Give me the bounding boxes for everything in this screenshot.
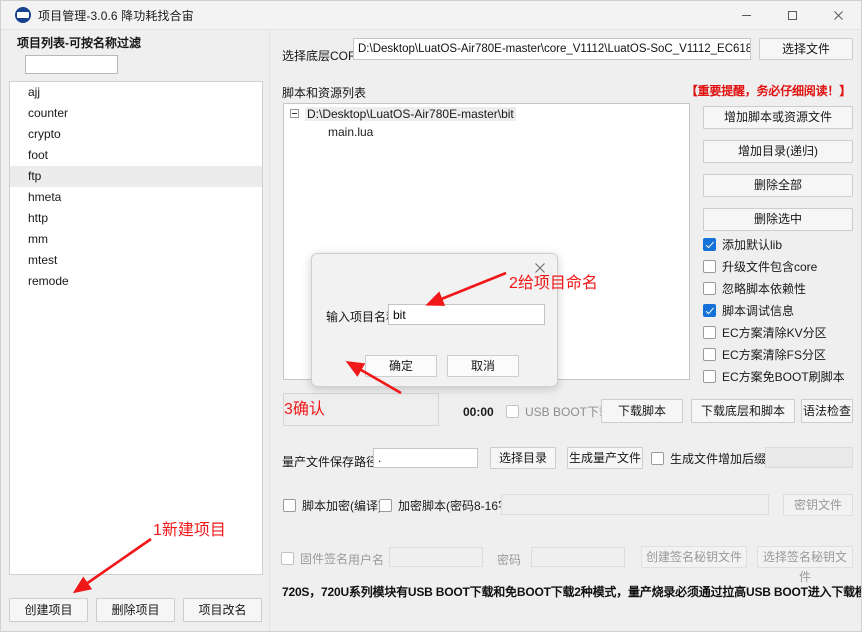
- annotation-step-3: 3确认: [284, 401, 325, 418]
- checkbox-firmware-signature[interactable]: 固件签名: [281, 550, 348, 567]
- project-name-input[interactable]: [388, 304, 545, 325]
- checkbox-icon[interactable]: [703, 347, 716, 361]
- close-icon[interactable]: [815, 1, 861, 30]
- footer-note-text: 720S，720U系列模块有USB BOOT下载和免BOOT下载2种模式，量产烧…: [282, 585, 862, 599]
- delete-selected-button[interactable]: 删除选中: [703, 208, 853, 231]
- checkbox-label: 生成文件增加后缀: [670, 452, 767, 466]
- checkbox-usb-boot-download[interactable]: USB BOOT下载: [506, 403, 611, 420]
- checkbox-label: 固件签名: [300, 552, 349, 566]
- tree-root-label: D:\Desktop\LuatOS-Air780E-master\bit: [305, 106, 516, 121]
- project-list-header: 项目列表-可按名称过滤: [17, 36, 141, 50]
- checkbox-label: 脚本加密(编译): [302, 499, 382, 513]
- checkbox-label: 升级文件包含core: [722, 259, 818, 274]
- checkbox-icon[interactable]: [703, 281, 716, 295]
- checkbox-ec-clear-kv[interactable]: EC方案清除KV分区: [703, 321, 858, 343]
- delete-all-button[interactable]: 删除全部: [703, 174, 853, 197]
- signature-username-input[interactable]: [389, 547, 483, 567]
- list-item[interactable]: hmeta: [10, 187, 262, 208]
- list-item[interactable]: http: [10, 208, 262, 229]
- checkbox-add-suffix[interactable]: 生成文件增加后缀: [651, 450, 766, 467]
- download-script-button[interactable]: 下载脚本: [601, 399, 683, 423]
- list-item[interactable]: remode: [10, 271, 262, 292]
- core-path-input[interactable]: D:\Desktop\LuatOS-Air780E-master\core_V1…: [353, 38, 751, 60]
- syntax-check-button[interactable]: 语法检查: [801, 399, 853, 423]
- project-filter-input[interactable]: [25, 55, 118, 74]
- title-bar: 项目管理-3.0.6 降功耗找合宙: [1, 1, 861, 30]
- add-script-or-resource-button[interactable]: 增加脚本或资源文件: [703, 106, 853, 129]
- project-list[interactable]: ajj counter crypto foot ftp hmeta http m…: [9, 81, 263, 575]
- minimize-icon[interactable]: [723, 1, 769, 30]
- checkbox-ec-clear-fs[interactable]: EC方案清除FS分区: [703, 343, 858, 365]
- elapsed-timer: 00:00: [463, 405, 494, 419]
- list-item[interactable]: crypto: [10, 124, 262, 145]
- project-action-buttons: 创建项目 删除项目 项目改名: [9, 598, 263, 622]
- checkbox-script-debug-info[interactable]: 脚本调试信息: [703, 299, 858, 321]
- annotation-step-2: 2给项目命名: [509, 275, 598, 292]
- app-logo-icon: [15, 7, 31, 23]
- checkbox-add-default-lib[interactable]: 添加默认lib: [703, 233, 858, 255]
- key-file-button[interactable]: 密钥文件: [783, 494, 853, 516]
- maximize-icon[interactable]: [769, 1, 815, 30]
- create-signature-key-button[interactable]: 创建签名秘钥文件: [641, 546, 747, 568]
- list-item[interactable]: mtest: [10, 250, 262, 271]
- suffix-value-input[interactable]: [765, 447, 853, 468]
- encrypt-password-input[interactable]: [501, 494, 769, 515]
- checkbox-icon[interactable]: [703, 237, 716, 251]
- checkbox-label: USB BOOT下载: [525, 405, 612, 419]
- checkbox-icon[interactable]: [703, 325, 716, 339]
- checkbox-script-encrypt[interactable]: 脚本加密(编译): [283, 497, 382, 514]
- checkbox-label: 脚本调试信息: [722, 303, 795, 318]
- important-warning-text: 【重要提醒，务必仔细阅读！】: [685, 84, 851, 98]
- list-item[interactable]: mm: [10, 229, 262, 250]
- add-directory-recursive-button[interactable]: 增加目录(递归): [703, 140, 853, 163]
- rename-project-button[interactable]: 项目改名: [183, 598, 262, 622]
- list-item[interactable]: foot: [10, 145, 262, 166]
- checkbox-ec-bootless-flash[interactable]: EC方案免BOOT刷脚本: [703, 365, 858, 387]
- tree-root-row[interactable]: D:\Desktop\LuatOS-Air780E-master\bit: [284, 104, 689, 123]
- checkbox-ignore-script-dependency[interactable]: 忽略脚本依赖性: [703, 277, 858, 299]
- mass-production-path-label: 量产文件保存路径: [282, 455, 379, 469]
- checkbox-icon[interactable]: [379, 499, 392, 512]
- select-signature-key-button[interactable]: 选择签名秘钥文件: [757, 546, 853, 584]
- dialog-cancel-button[interactable]: 取消: [447, 355, 519, 377]
- tree-child-item[interactable]: main.lua: [284, 123, 689, 142]
- list-item[interactable]: ajj: [10, 82, 262, 103]
- generate-mass-file-button[interactable]: 生成量产文件: [567, 447, 643, 469]
- checkbox-label: 添加默认lib: [722, 237, 783, 252]
- checkbox-icon[interactable]: [703, 303, 716, 317]
- checkbox-icon[interactable]: [506, 405, 519, 418]
- script-list-label: 脚本和资源列表: [282, 86, 367, 100]
- annotation-step-1: 1新建项目: [153, 522, 226, 539]
- window-controls: [723, 1, 861, 30]
- checkbox-icon[interactable]: [703, 369, 716, 383]
- checkbox-icon[interactable]: [283, 499, 296, 512]
- panel-divider: [269, 30, 270, 631]
- checkbox-icon[interactable]: [281, 552, 294, 565]
- dialog-ok-button[interactable]: 确定: [365, 355, 437, 377]
- delete-project-button[interactable]: 删除项目: [96, 598, 175, 622]
- project-manager-window: 项目管理-3.0.6 降功耗找合宙 项目列表-可按名称过滤 ajj counte…: [0, 0, 862, 632]
- mass-production-path-input[interactable]: .: [373, 448, 478, 468]
- checkbox-icon[interactable]: [703, 259, 716, 273]
- build-options-checkbox-group: 添加默认lib 升级文件包含core 忽略脚本依赖性 脚本调试信息 EC方案清除…: [703, 233, 858, 387]
- signature-password-label: 密码: [497, 553, 522, 567]
- collapse-minus-icon[interactable]: [290, 109, 299, 118]
- checkbox-label: EC方案免BOOT刷脚本: [722, 369, 845, 384]
- create-project-button[interactable]: 创建项目: [9, 598, 88, 622]
- window-title: 项目管理-3.0.6 降功耗找合宙: [38, 8, 194, 23]
- choose-directory-button[interactable]: 选择目录: [490, 447, 556, 469]
- list-item[interactable]: counter: [10, 103, 262, 124]
- checkbox-label: EC方案清除FS分区: [722, 347, 827, 362]
- checkbox-icon[interactable]: [651, 452, 664, 465]
- list-item-selected[interactable]: ftp: [10, 166, 262, 187]
- choose-file-button[interactable]: 选择文件: [759, 38, 853, 60]
- checkbox-upgrade-include-core[interactable]: 升级文件包含core: [703, 255, 858, 277]
- signature-username-label: 用户名: [348, 553, 385, 567]
- checkbox-label: 忽略脚本依赖性: [722, 281, 807, 296]
- download-core-and-script-button[interactable]: 下载底层和脚本: [691, 399, 795, 423]
- checkbox-label: EC方案清除KV分区: [722, 325, 827, 340]
- signature-password-input[interactable]: [531, 547, 625, 567]
